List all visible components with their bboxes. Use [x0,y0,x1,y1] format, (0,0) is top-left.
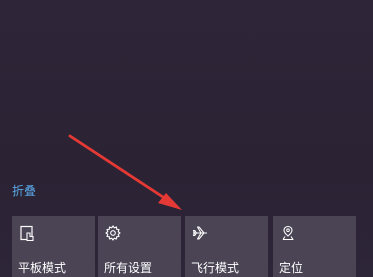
action-center-panel: 折叠 平板模式 所有设置 飞行模式 定位 [0,0,373,277]
airplane-icon [192,226,207,240]
tile-label: 定位 [279,261,304,275]
collapse-link[interactable]: 折叠 [12,184,36,198]
tile-label: 平板模式 [18,261,67,275]
location-tile[interactable]: 定位 [273,216,356,277]
tile-label: 所有设置 [104,261,153,275]
all-settings-tile[interactable]: 所有设置 [98,216,181,277]
tablet-mode-icon [20,225,34,242]
airplane-mode-tile[interactable]: 飞行模式 [185,216,268,277]
tile-label: 飞行模式 [191,261,240,275]
gear-icon [105,225,121,241]
tablet-mode-tile[interactable]: 平板模式 [12,216,95,277]
location-icon [282,225,294,241]
